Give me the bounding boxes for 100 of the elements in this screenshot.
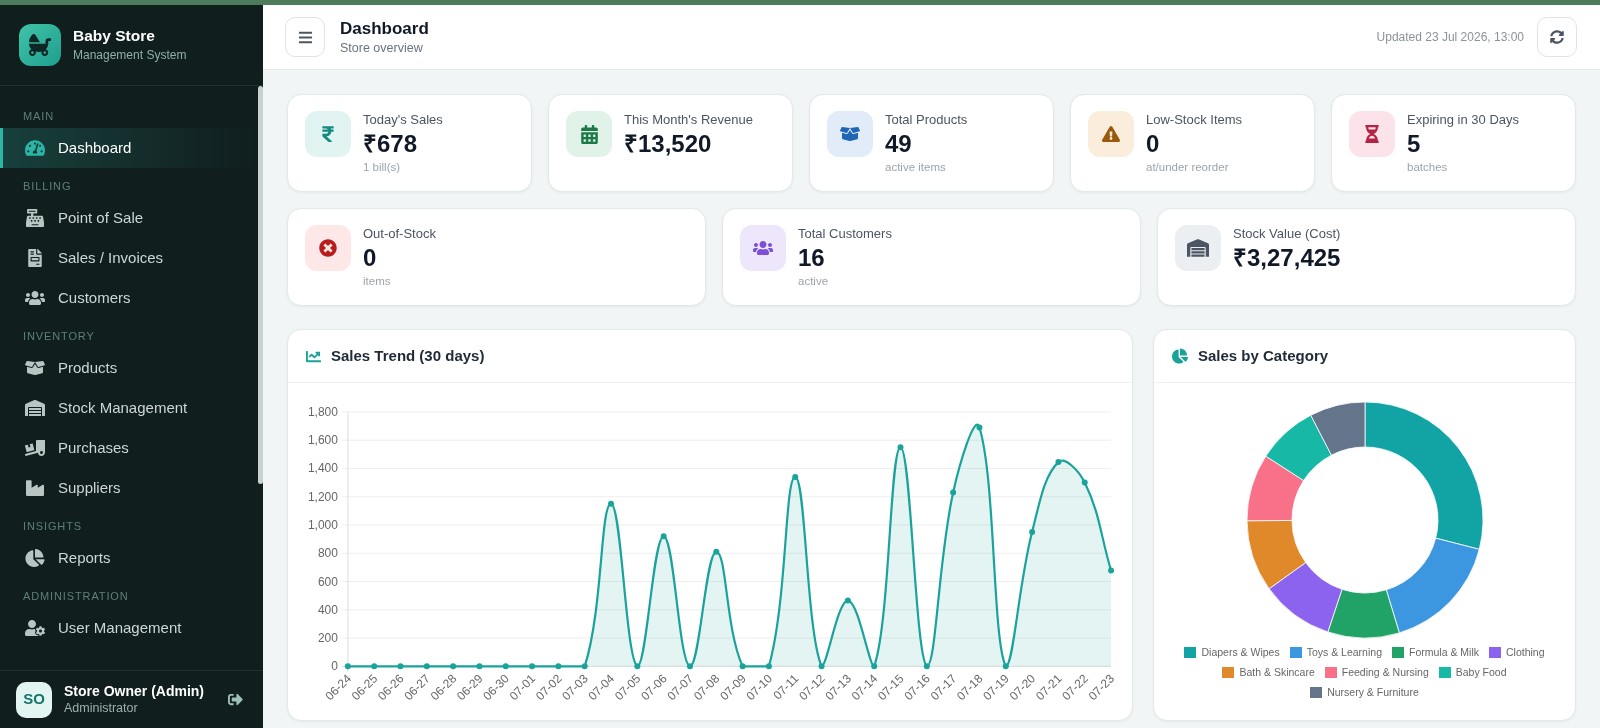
axis-label: 600 xyxy=(317,574,338,589)
data-point xyxy=(450,663,457,670)
nav-item[interactable]: Products xyxy=(0,348,255,388)
data-point xyxy=(555,663,562,670)
stat-label: This Month's Revenue xyxy=(624,111,753,129)
data-point xyxy=(687,663,693,670)
nav-item[interactable]: User Management xyxy=(0,608,255,648)
data-point xyxy=(1055,459,1062,466)
data-point xyxy=(660,533,667,540)
data-point xyxy=(1108,567,1115,574)
data-point xyxy=(923,663,930,670)
warehouse-icon xyxy=(25,399,45,417)
donut-slice xyxy=(1246,455,1304,522)
data-point xyxy=(792,473,799,480)
logout-button[interactable] xyxy=(228,692,243,707)
stat-value: 16 xyxy=(798,243,826,273)
legend-label: Toys & Learning xyxy=(1306,645,1382,659)
axis-label: 1,200 xyxy=(307,489,338,504)
section-label: INSIGHTS xyxy=(23,519,82,533)
legend-label: Bath & Skincare xyxy=(1239,665,1315,679)
users-icon xyxy=(25,289,45,307)
warehouse-icon xyxy=(1175,225,1221,271)
nav-item[interactable]: Suppliers xyxy=(0,468,255,508)
nav-item[interactable]: Customers xyxy=(0,278,255,318)
data-point xyxy=(739,663,746,670)
rupee-icon xyxy=(305,111,351,157)
refresh-icon xyxy=(1550,30,1564,44)
data-point xyxy=(844,597,851,604)
hand-truck-icon xyxy=(25,439,45,457)
data-point xyxy=(502,663,509,670)
data-point xyxy=(897,444,904,451)
stat-note: at/under reorder xyxy=(1146,160,1230,175)
page-subtitle: Store overview xyxy=(340,39,424,57)
nav-item[interactable]: Purchases xyxy=(0,428,255,468)
axis-label: 800 xyxy=(317,546,338,561)
data-point xyxy=(529,663,536,670)
stat-note: batches xyxy=(1407,160,1449,175)
data-point xyxy=(608,500,614,507)
stat-label: Expiring in 30 Days xyxy=(1407,111,1519,129)
data-point xyxy=(476,663,483,670)
section-label: ADMINISTRATION xyxy=(23,589,129,603)
legend-label: Clothing xyxy=(1506,645,1545,659)
section-label: BILLING xyxy=(23,179,72,193)
stat-value: ₹678 xyxy=(363,129,419,159)
axis-label: 200 xyxy=(317,631,338,646)
nav-item[interactable]: Sales / Invoices xyxy=(0,238,255,278)
stat-label: Low-Stock Items xyxy=(1146,111,1243,129)
nav-item[interactable]: Reports xyxy=(0,538,255,578)
stat-note: items xyxy=(363,274,392,289)
stat-value: 49 xyxy=(885,129,913,159)
box-icon xyxy=(827,111,873,157)
legend-label: Baby Food xyxy=(1455,665,1507,679)
pie-chart-icon xyxy=(25,549,45,567)
stat-value: ₹13,520 xyxy=(624,129,713,159)
updated-time: Updated 23 Jul 2026, 13:00 xyxy=(1376,29,1524,46)
chart-title: Sales by Category xyxy=(1198,345,1329,366)
data-point xyxy=(581,663,588,670)
calendar-icon xyxy=(566,111,612,157)
box-icon xyxy=(25,359,45,377)
stat-note: active xyxy=(798,274,830,289)
stat-note: 1 bill(s) xyxy=(363,160,402,175)
user-role: Administrator xyxy=(64,700,139,717)
cash-register-icon xyxy=(25,209,45,227)
stat-value: 0 xyxy=(1146,129,1161,159)
factory-icon xyxy=(25,479,45,497)
refresh-button[interactable] xyxy=(1537,17,1577,57)
stat-value: 5 xyxy=(1407,129,1422,159)
stat-label: Total Products xyxy=(885,111,968,129)
legend-label: Nursery & Furniture xyxy=(1327,685,1419,699)
data-point xyxy=(397,663,404,670)
axis-label: 1,000 xyxy=(307,518,338,532)
data-point xyxy=(634,663,641,670)
legend-label: Feeding & Nursing xyxy=(1341,665,1429,679)
user-avatar: SO xyxy=(16,681,52,718)
nav-item[interactable]: Point of Sale xyxy=(0,198,255,238)
legend-label: Formula & Milk xyxy=(1408,645,1479,659)
menu-button[interactable] xyxy=(285,17,325,57)
user-gear-icon xyxy=(25,619,45,637)
data-point xyxy=(1029,529,1036,536)
page-title: Dashboard xyxy=(340,17,429,40)
warning-icon xyxy=(1088,111,1134,157)
pie-chart-icon xyxy=(1172,348,1188,364)
data-point xyxy=(976,424,983,431)
data-point xyxy=(765,663,772,670)
hourglass-icon xyxy=(1349,111,1395,157)
brand-name: Baby Store xyxy=(73,26,156,46)
data-point xyxy=(1081,479,1088,486)
data-point xyxy=(1002,663,1009,670)
data-point xyxy=(818,663,825,670)
line-chart-icon xyxy=(306,348,321,364)
axis-label: 1,800 xyxy=(307,404,338,419)
nav-item[interactable]: Stock Management xyxy=(0,388,255,428)
scrollbar[interactable] xyxy=(258,86,263,484)
data-point xyxy=(950,489,957,496)
stat-value: ₹3,27,425 xyxy=(1233,243,1341,273)
data-point xyxy=(713,548,720,555)
stat-label: Total Customers xyxy=(798,225,892,243)
users-icon xyxy=(740,225,786,271)
user-name: Store Owner (Admin) xyxy=(64,682,205,700)
axis-label: 0 xyxy=(331,659,338,674)
